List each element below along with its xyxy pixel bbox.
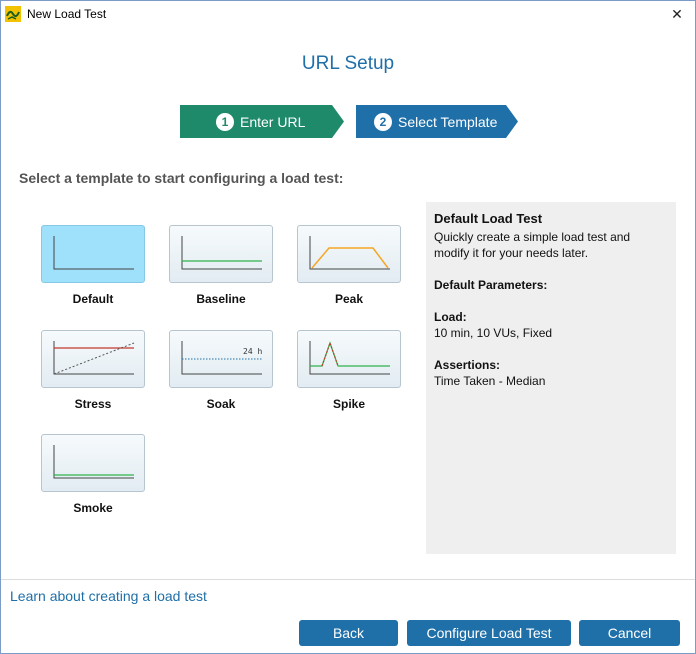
step-label: Select Template [398, 113, 498, 130]
template-spike[interactable] [297, 330, 401, 388]
details-description-line: modify it for your needs later. [434, 246, 589, 260]
dialog-window: New Load Test ✕ URL Setup 1 Enter URL 2 … [0, 0, 696, 654]
details-assertions-heading: Assertions: [434, 358, 501, 372]
instruction-text: Select a template to start configuring a… [19, 170, 344, 186]
step-enter-url[interactable]: 1 Enter URL [180, 105, 344, 138]
template-label: Baseline [196, 292, 246, 306]
details-description-line: Quickly create a simple load test and [434, 230, 631, 244]
template-smoke[interactable] [41, 434, 145, 492]
footer-divider [1, 579, 695, 580]
app-logo-icon [5, 6, 21, 22]
soak-chart-icon [181, 341, 262, 375]
template-default[interactable] [41, 225, 145, 283]
details-params-heading: Default Parameters: [434, 278, 548, 292]
template-label: Soak [206, 397, 236, 411]
window-title: New Load Test [27, 7, 107, 21]
spike-chart-icon [309, 341, 390, 375]
page-title: URL Setup [301, 53, 395, 74]
soak-duration-label: 24 h [243, 347, 263, 356]
baseline-chart-icon [181, 236, 262, 270]
back-button[interactable]: Back [299, 620, 398, 646]
template-stress[interactable] [41, 330, 145, 388]
template-soak[interactable]: 24 h [169, 330, 273, 388]
step-number: 1 [216, 112, 234, 131]
details-load-value: 10 min, 10 VUs, Fixed [434, 326, 553, 340]
learn-more-link[interactable]: Learn about creating a load test [10, 588, 207, 604]
template-label: Smoke [73, 501, 113, 515]
step-label: Enter URL [240, 113, 306, 130]
stress-chart-icon [53, 341, 135, 375]
template-peak[interactable] [297, 225, 401, 283]
template-baseline[interactable] [169, 225, 273, 283]
peak-chart-icon [309, 236, 390, 270]
smoke-chart-icon [53, 445, 134, 479]
default-chart-icon [53, 236, 134, 270]
template-label: Default [72, 292, 114, 306]
details-load-heading: Load: [434, 310, 467, 324]
cancel-button[interactable]: Cancel [579, 620, 680, 646]
configure-load-test-button[interactable]: Configure Load Test [407, 620, 571, 646]
title-bar: New Load Test ✕ [1, 1, 695, 27]
template-details-panel: Default Load Test Quickly create a simpl… [426, 202, 676, 554]
template-label: Stress [74, 397, 112, 411]
template-label: Peak [334, 292, 364, 306]
close-icon[interactable]: ✕ [659, 1, 695, 27]
template-label: Spike [332, 397, 365, 411]
details-assertions-value: Time Taken - Median [434, 374, 546, 388]
step-number: 2 [374, 112, 392, 131]
details-title: Default Load Test [434, 211, 543, 226]
step-select-template[interactable]: 2 Select Template [356, 105, 518, 138]
